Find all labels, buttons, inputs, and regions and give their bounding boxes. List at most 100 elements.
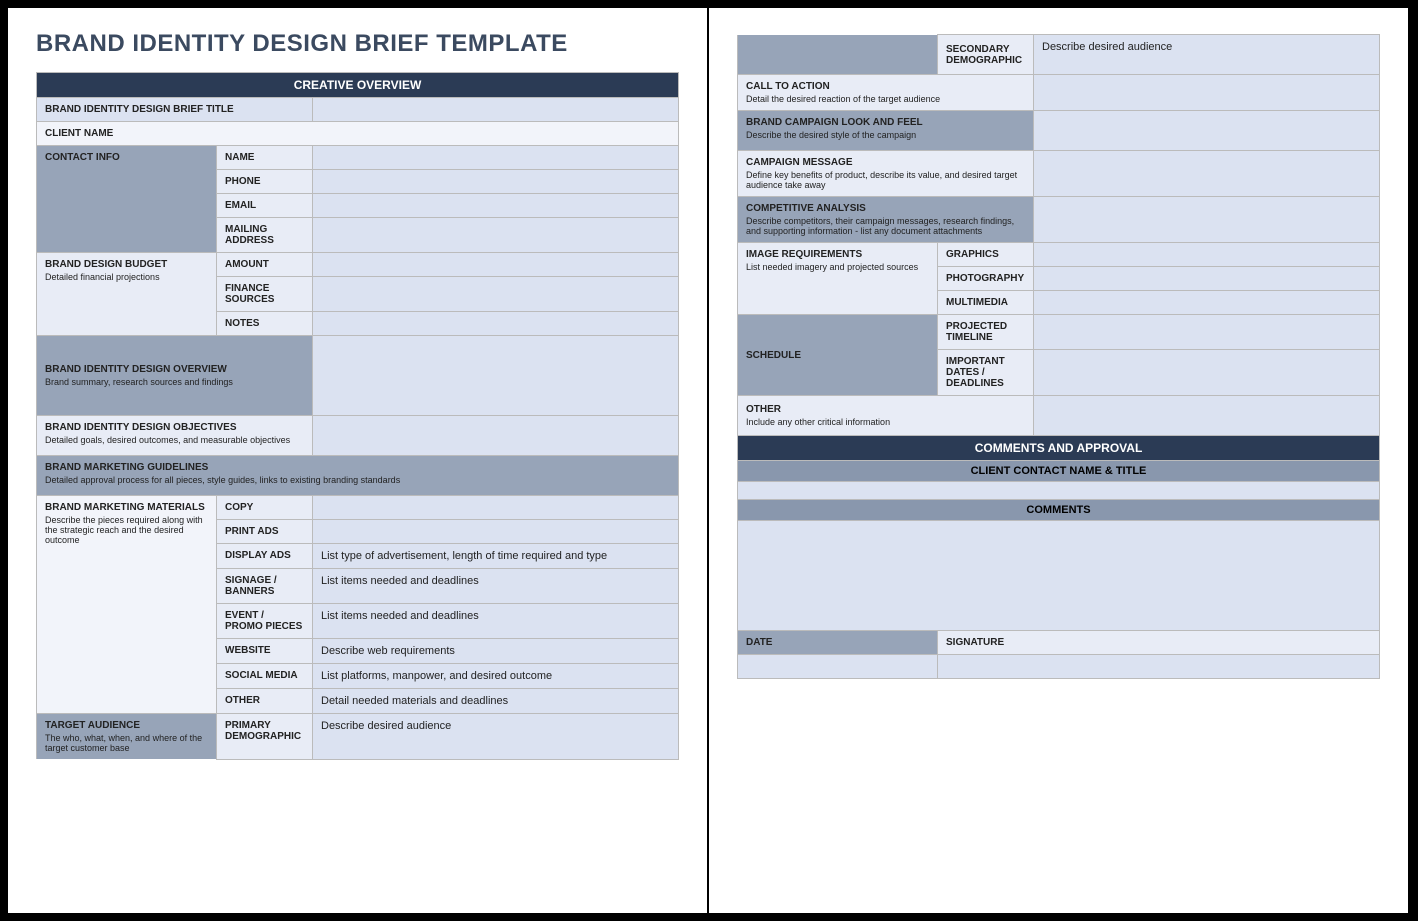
label-objectives-text: BRAND IDENTITY DESIGN OBJECTIVES [45,422,237,433]
label-print-ads: PRINT ADS [217,520,313,544]
label-competitive: COMPETITIVE ANALYSIS Describe competitor… [738,197,1034,243]
subheader-comments: COMMENTS [738,500,1380,521]
field-notes[interactable] [313,312,679,336]
field-graphics[interactable] [1034,243,1380,267]
label-amount: AMOUNT [217,253,313,277]
label-signature: SIGNATURE [938,631,1380,655]
field-other[interactable] [1034,396,1380,436]
label-display-ads: DISPLAY ADS [217,544,313,569]
field-signage[interactable]: List items needed and deadlines [313,569,679,604]
label-overview: BRAND IDENTITY DESIGN OVERVIEW Brand sum… [37,336,313,416]
field-print-ads[interactable] [313,520,679,544]
field-objectives[interactable] [313,416,679,456]
label-overview-text: BRAND IDENTITY DESIGN OVERVIEW [45,364,227,375]
label-guidelines: BRAND MARKETING GUIDELINES Detailed appr… [37,456,679,496]
label-mailing-address: MAILING ADDRESS [217,218,313,253]
label-deadlines: IMPORTANT DATES / DEADLINES [938,350,1034,396]
label-cta-sub: Detail the desired reaction of the targe… [746,94,1025,104]
label-finance-sources: FINANCE SOURCES [217,277,313,312]
label-budget-text: BRAND DESIGN BUDGET [45,259,167,270]
label-cta: CALL TO ACTION Detail the desired reacti… [738,75,1034,111]
label-client-name: CLIENT NAME [37,122,217,146]
field-brief-title[interactable] [313,98,679,122]
field-email[interactable] [313,194,679,218]
field-lookfeel[interactable] [1034,111,1380,151]
label-signage: SIGNAGE / BANNERS [217,569,313,604]
label-photography: PHOTOGRAPHY [938,267,1034,291]
field-primary-demo[interactable]: Describe desired audience [313,714,679,760]
label-message-text: CAMPAIGN MESSAGE [746,157,853,168]
label-img-req: IMAGE REQUIREMENTS List needed imagery a… [738,243,938,315]
label-other-text: OTHER [746,404,781,415]
label-message: CAMPAIGN MESSAGE Define key benefits of … [738,151,1034,197]
label-lookfeel-sub: Describe the desired style of the campai… [746,130,1025,140]
field-photography[interactable] [1034,267,1380,291]
label-schedule: SCHEDULE [738,315,938,396]
label-target-sub: The who, what, when, and where of the ta… [45,733,208,753]
label-guidelines-sub: Detailed approval process for all pieces… [45,475,670,485]
label-competitive-sub: Describe competitors, their campaign mes… [746,216,1025,236]
field-copy[interactable] [313,496,679,520]
field-secondary-demo[interactable]: Describe desired audience [1034,35,1380,75]
label-cta-text: CALL TO ACTION [746,81,830,92]
label-timeline: PROJECTED TIMELINE [938,315,1034,350]
label-objectives-sub: Detailed goals, desired outcomes, and me… [45,435,304,445]
field-competitive[interactable] [1034,197,1380,243]
field-phone[interactable] [313,170,679,194]
field-social[interactable]: List platforms, manpower, and desired ou… [313,664,679,689]
field-finance-sources[interactable] [313,277,679,312]
section-header-comments-approval: COMMENTS AND APPROVAL [738,436,1380,461]
label-email: EMAIL [217,194,313,218]
field-multimedia[interactable] [1034,291,1380,315]
label-objectives: BRAND IDENTITY DESIGN OBJECTIVES Detaile… [37,416,313,456]
field-client-contact[interactable] [738,482,1380,500]
field-name[interactable] [313,146,679,170]
label-materials-sub: Describe the pieces required along with … [45,515,208,545]
field-display-ads[interactable]: List type of advertisement, length of ti… [313,544,679,569]
field-mailing-address[interactable] [313,218,679,253]
section-header-creative-overview: CREATIVE OVERVIEW [37,73,679,98]
label-lookfeel-text: BRAND CAMPAIGN LOOK AND FEEL [746,117,923,128]
label-event: EVENT / PROMO PIECES [217,604,313,639]
field-message[interactable] [1034,151,1380,197]
label-other-sub: Include any other critical information [746,417,1025,427]
field-comments[interactable] [738,521,1380,631]
field-overview[interactable] [313,336,679,416]
field-timeline[interactable] [1034,315,1380,350]
field-other-mat[interactable]: Detail needed materials and deadlines [313,689,679,714]
label-other-mat: OTHER [217,689,313,714]
field-cta[interactable] [1034,75,1380,111]
label-website: WEBSITE [217,639,313,664]
field-date[interactable] [738,655,938,679]
label-overview-sub: Brand summary, research sources and find… [45,377,304,387]
label-materials-text: BRAND MARKETING MATERIALS [45,502,205,513]
label-img-req-text: IMAGE REQUIREMENTS [746,249,862,260]
label-copy: COPY [217,496,313,520]
label-secondary-demo: SECONDARY DEMOGRAPHIC [938,35,1034,75]
label-lookfeel: BRAND CAMPAIGN LOOK AND FEEL Describe th… [738,111,1034,151]
field-event[interactable]: List items needed and deadlines [313,604,679,639]
label-img-req-sub: List needed imagery and projected source… [746,262,929,272]
document-spread: BRAND IDENTITY DESIGN BRIEF TEMPLATE CRE… [8,8,1408,913]
label-brief-title: BRAND IDENTITY DESIGN BRIEF TITLE [37,98,313,122]
label-date: DATE [738,631,938,655]
label-social: SOCIAL MEDIA [217,664,313,689]
subheader-client-contact: CLIENT CONTACT NAME & TITLE [738,461,1380,482]
creative-overview-table-cont: SECONDARY DEMOGRAPHIC Describe desired a… [737,34,1380,679]
label-target: TARGET AUDIENCE The who, what, when, and… [37,714,217,760]
field-client-name[interactable] [217,122,679,146]
field-amount[interactable] [313,253,679,277]
label-target-cont [738,35,938,75]
label-contact-info: CONTACT INFO [37,146,217,253]
page-1: BRAND IDENTITY DESIGN BRIEF TEMPLATE CRE… [8,8,707,913]
page-2: SECONDARY DEMOGRAPHIC Describe desired a… [709,8,1408,913]
field-website[interactable]: Describe web requirements [313,639,679,664]
label-multimedia: MULTIMEDIA [938,291,1034,315]
creative-overview-table: CREATIVE OVERVIEW BRAND IDENTITY DESIGN … [36,72,679,760]
label-message-sub: Define key benefits of product, describe… [746,170,1025,190]
label-primary-demo: PRIMARY DEMOGRAPHIC [217,714,313,760]
field-signature[interactable] [938,655,1380,679]
field-deadlines[interactable] [1034,350,1380,396]
label-target-text: TARGET AUDIENCE [45,720,140,731]
page-title: BRAND IDENTITY DESIGN BRIEF TEMPLATE [36,30,679,58]
